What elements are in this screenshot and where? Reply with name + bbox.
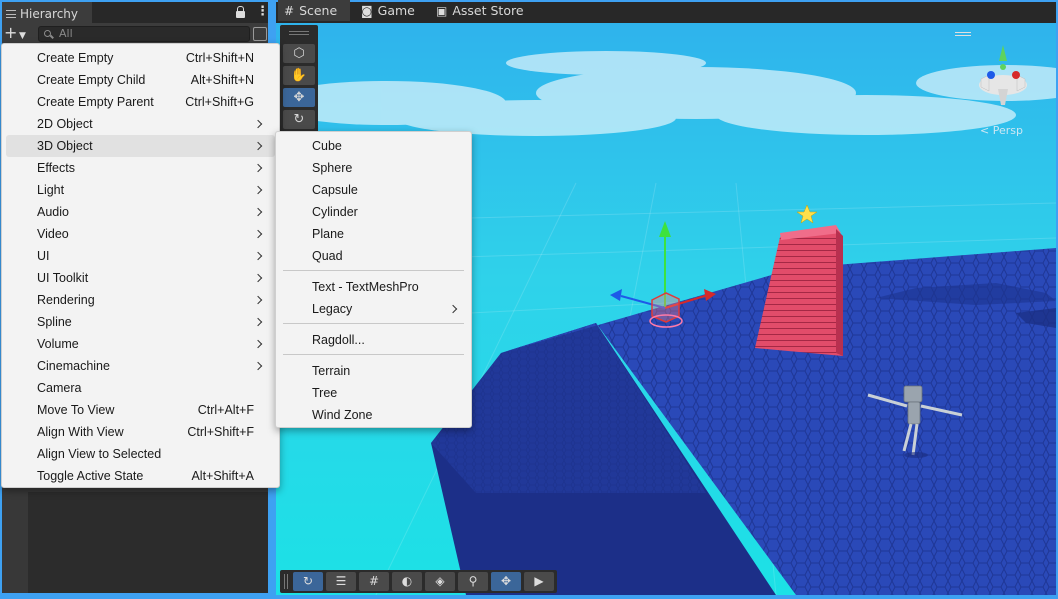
tab-scene[interactable]: # Scene — [278, 0, 350, 21]
submenu-item-terrain[interactable]: Terrain — [280, 360, 467, 382]
shopping-bag-icon: ▣ — [436, 3, 448, 18]
move-tool-icon[interactable]: ✥ — [491, 572, 521, 591]
add-object-button[interactable]: + ▼ — [4, 25, 32, 43]
submenu-item-cylinder[interactable]: Cylinder — [280, 201, 467, 223]
hierarchy-list-icon — [6, 9, 16, 18]
menu-item-volume[interactable]: Volume — [6, 333, 275, 355]
chevron-right-icon — [253, 317, 263, 327]
lock-icon[interactable] — [236, 6, 245, 18]
rotate-tool-icon[interactable]: ↻ — [283, 110, 315, 129]
sliders-icon[interactable]: ☰ — [326, 572, 356, 591]
menu-item-effects[interactable]: Effects — [6, 157, 275, 179]
submenu-item-tree[interactable]: Tree — [280, 382, 467, 404]
gizmo-menu-icon[interactable] — [955, 32, 971, 36]
submenu-item-wind-zone[interactable]: Wind Zone — [280, 404, 467, 426]
chevron-right-icon — [253, 229, 263, 239]
menu-item-align-with-view[interactable]: Align With View Ctrl+Shift+F — [6, 421, 275, 443]
tab-asset-store-label: Asset Store — [452, 3, 524, 18]
menu-item-create-empty-parent[interactable]: Create Empty Parent Ctrl+Shift+G — [6, 91, 275, 113]
menu-item-ui[interactable]: UI — [6, 245, 275, 267]
menu-item-light[interactable]: Light — [6, 179, 275, 201]
menu-separator — [283, 270, 464, 271]
grid-icon[interactable]: # — [359, 572, 389, 591]
menu-item-video[interactable]: Video — [6, 223, 275, 245]
hand-tool-icon[interactable]: ✋ — [283, 66, 315, 85]
submenu-item-capsule[interactable]: Capsule — [280, 179, 467, 201]
chevron-right-icon — [253, 207, 263, 217]
submenu-item-ragdoll[interactable]: Ragdoll... — [280, 329, 467, 351]
menu-item-toggle-active-state[interactable]: Toggle Active State Alt+Shift+A — [6, 465, 275, 487]
menu-item-create-empty-child[interactable]: Create Empty Child Alt+Shift+N — [6, 69, 275, 91]
menu-separator — [283, 354, 464, 355]
3d-object-submenu: Cube Sphere Capsule Cylinder Plane Quad … — [275, 131, 472, 428]
move-tool-icon[interactable]: ✥ — [283, 88, 315, 107]
grip-icon[interactable] — [289, 31, 309, 35]
view-cube-icon[interactable]: ⬡ — [283, 44, 315, 63]
camera-icon[interactable]: ▶ — [524, 572, 554, 591]
tab-game[interactable]: ◙ Game — [355, 0, 427, 21]
hierarchy-tab[interactable]: Hierarchy — [2, 2, 92, 23]
shading-icon[interactable]: ◐ — [392, 572, 422, 591]
hierarchy-tab-label: Hierarchy — [20, 6, 79, 21]
tab-asset-store[interactable]: ▣ Asset Store — [430, 0, 530, 21]
submenu-item-cube[interactable]: Cube — [280, 135, 467, 157]
submenu-item-quad[interactable]: Quad — [280, 245, 467, 267]
menu-item-camera[interactable]: Camera — [6, 377, 275, 399]
chevron-right-icon — [253, 141, 263, 151]
grip-icon[interactable] — [284, 574, 288, 589]
tab-game-label: Game — [377, 3, 415, 18]
hierarchy-search-input[interactable]: All — [38, 26, 250, 42]
submenu-item-plane[interactable]: Plane — [280, 223, 467, 245]
submenu-item-legacy[interactable]: Legacy — [280, 298, 467, 320]
menu-item-create-empty[interactable]: Create Empty Ctrl+Shift+N — [6, 47, 275, 69]
tab-scene-label: Scene — [299, 3, 338, 18]
create-menu: Create Empty Ctrl+Shift+N Create Empty C… — [1, 43, 280, 488]
plus-icon: + — [4, 23, 18, 42]
hierarchy-tab-bar: Hierarchy ⋮ — [2, 2, 269, 23]
menu-item-3d-object[interactable]: 3D Object — [6, 135, 275, 157]
menu-item-2d-object[interactable]: 2D Object — [6, 113, 275, 135]
orbit-icon[interactable]: ↻ — [293, 572, 323, 591]
menu-item-audio[interactable]: Audio — [6, 201, 275, 223]
menu-item-move-to-view[interactable]: Move To View Ctrl+Alt+F — [6, 399, 275, 421]
chevron-right-icon — [448, 304, 458, 314]
camera-mode-label[interactable]: < Persp — [980, 124, 1023, 137]
chevron-right-icon — [253, 339, 263, 349]
gamepad-icon: ◙ — [361, 3, 373, 18]
chevron-right-icon — [253, 119, 263, 129]
search-icon[interactable]: ⚲ — [458, 572, 488, 591]
menu-item-cinemachine[interactable]: Cinemachine — [6, 355, 275, 377]
chevron-down-icon: ▼ — [19, 31, 26, 41]
hierarchy-list-area — [28, 492, 268, 593]
menu-item-align-view-to-selected[interactable]: Align View to Selected — [6, 443, 275, 465]
chevron-right-icon — [253, 295, 263, 305]
submenu-item-sphere[interactable]: Sphere — [280, 157, 467, 179]
chevron-right-icon — [253, 185, 263, 195]
menu-separator — [283, 323, 464, 324]
chevron-right-icon — [253, 163, 263, 173]
layers-icon[interactable]: ◈ — [425, 572, 455, 591]
menu-item-ui-toolkit[interactable]: UI Toolkit — [6, 267, 275, 289]
hierarchy-toolbar: + ▼ All — [2, 23, 268, 45]
tool-palette: ⬡ ✋ ✥ ↻ — [280, 25, 318, 133]
search-icon — [44, 30, 51, 37]
filter-icon[interactable] — [253, 27, 267, 41]
submenu-item-text-textmeshpro[interactable]: Text - TextMeshPro — [280, 276, 467, 298]
chevron-right-icon — [253, 361, 263, 371]
chevron-right-icon — [253, 251, 263, 261]
menu-item-rendering[interactable]: Rendering — [6, 289, 275, 311]
scene-bottom-toolbar: ↻ ☰ # ◐ ◈ ⚲ ✥ ▶ — [280, 570, 557, 593]
more-options-icon[interactable]: ⋮ — [256, 4, 269, 20]
menu-item-spline[interactable]: Spline — [6, 311, 275, 333]
chevron-right-icon — [253, 273, 263, 283]
hash-grid-icon: # — [284, 3, 295, 18]
